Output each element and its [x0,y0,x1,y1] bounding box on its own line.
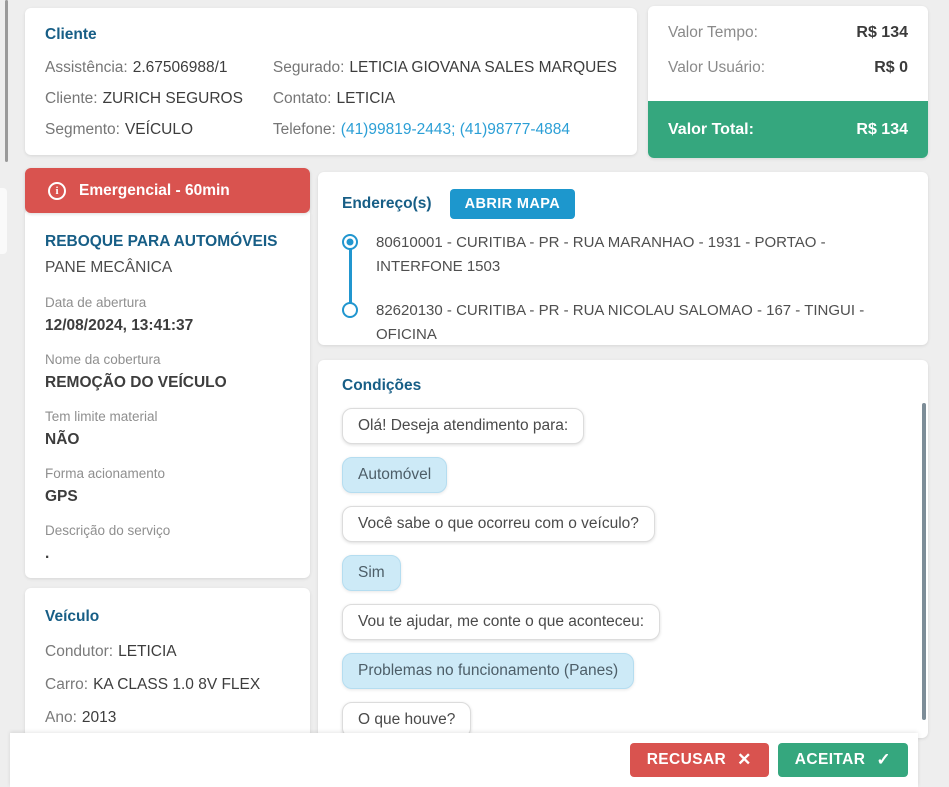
service-card: REBOQUE PARA AUTOMÓVEIS PANE MECÂNICA Da… [25,208,310,578]
client-field: Cliente: ZURICH SEGUROS [45,90,243,107]
price-total-bar: Valor Total: R$ 134 [648,101,928,158]
origin-address-text: 80610001 - CURITIBA - PR - RUA MARANHAO … [376,234,826,275]
reject-button[interactable]: RECUSAR ✕ [629,743,769,777]
address-timeline: 80610001 - CURITIBA - PR - RUA MARANHAO … [342,231,904,347]
conditions-card-title: Condições [342,377,422,394]
service-subtitle: PANE MECÂNICA [45,259,173,276]
reject-button-label: RECUSAR [646,751,727,768]
chat-bubble-user: Problemas no funcionamento (Panes) [342,653,635,689]
assistance-field: Assistência: 2.67506988/1 [45,59,228,76]
car-field: Carro: KA CLASS 1.0 8V FLEX [45,676,261,693]
phone-field: Telefone: (41)99819-2443; (41)98777-4884 [272,121,571,138]
addresses-card: Endereço(s) ABRIR MAPA 80610001 - CURITI… [318,172,928,345]
price-row-time: Valor Tempo: R$ 134 [668,24,908,41]
price-total-value: R$ 134 [856,120,908,138]
action-footer: RECUSAR ✕ ACEITAR ✓ [10,733,918,787]
emergency-banner: i Emergencial - 60min [25,168,310,213]
vehicle-card-title: Veículo [45,608,100,625]
accept-button-label: ACEITAR [794,751,866,768]
emergency-banner-label: Emergencial - 60min [79,181,230,199]
check-icon: ✓ [876,750,891,769]
page-scrollbar-thumb[interactable] [5,0,8,162]
segment-field: Segmento: VEÍCULO [45,121,194,138]
destination-marker-icon [342,302,358,318]
opening-date-field: Data de abertura 12/08/2024, 13:41:37 [45,295,194,334]
contact-field: Contato: LETICIA [272,90,396,107]
insured-field: Segurado: LETICIA GIOVANA SALES MARQUES [272,59,617,76]
destination-address-text: 82620130 - CURITIBA - PR - RUA NICOLAU S… [376,302,865,343]
chat-bubble-bot: Olá! Deseja atendimento para: [342,408,585,444]
close-icon: ✕ [737,750,752,769]
info-icon: i [48,181,66,200]
origin-address-item: 80610001 - CURITIBA - PR - RUA MARANHAO … [342,231,904,279]
phone-link[interactable]: (41)99819-2443; (41)98777-4884 [341,121,570,138]
service-description-field: Descrição do serviço . [45,523,171,562]
origin-marker-icon [342,234,358,250]
conditions-card: Condições Olá! Deseja atendimento para: … [318,360,928,738]
chat-bubble-bot: Vou te ajudar, me conte o que aconteceu: [342,604,661,640]
chat-bubble-bot: Você sabe o que ocorreu com o veículo? [342,506,655,542]
price-row-user: Valor Usuário: R$ 0 [668,59,908,76]
accept-button[interactable]: ACEITAR ✓ [777,743,908,777]
price-total-label: Valor Total: [668,120,754,138]
destination-address-item: 82620130 - CURITIBA - PR - RUA NICOLAU S… [342,299,904,347]
vehicle-card: Veículo Condutor: LETICIA Carro: KA CLASS … [25,588,310,738]
client-card: Cliente Assistência: 2.67506988/1 Cliente… [25,8,637,155]
open-map-button[interactable]: ABRIR MAPA [449,189,576,219]
chat-scrollbar-thumb[interactable] [922,403,926,720]
background-page-fragment [0,188,7,254]
addresses-card-title: Endereço(s) [342,195,432,212]
chat-bubble-user: Sim [342,555,401,591]
service-title: REBOQUE PARA AUTOMÓVEIS [45,233,278,250]
service-dispatch-screen: Cliente Assistência: 2.67506988/1 Cliente… [0,0,949,787]
chat-bubble-user: Automóvel [342,457,448,493]
driver-field: Condutor: LETICIA [45,643,177,660]
material-limit-field: Tem limite material NÃO [45,409,158,448]
activation-mode-field: Forma acionamento GPS [45,466,166,505]
year-field: Ano: 2013 [45,709,117,726]
client-card-title: Cliente [45,26,97,43]
pricing-card: Valor Tempo: R$ 134 Valor Usuário: R$ 0 … [648,6,928,158]
coverage-name-field: Nome da cobertura REMOÇÃO DO VEÍCULO [45,352,227,391]
